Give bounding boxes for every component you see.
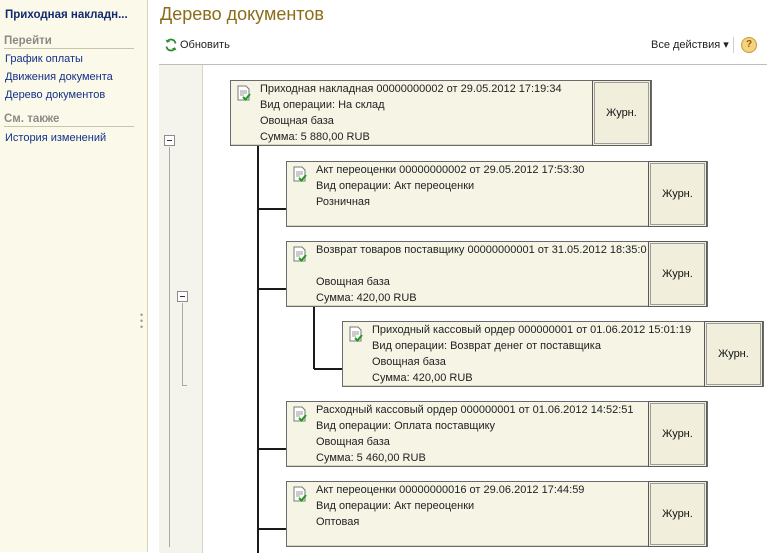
node-line-3: Розничная: [316, 196, 370, 208]
see-also-section-header: См. также: [4, 113, 134, 127]
document-posted-icon: [293, 406, 307, 422]
node-line-2: Вид операции: Возврат денег от поставщик…: [372, 340, 601, 352]
node-title: Приходная накладная 00000000002 от 29.05…: [260, 83, 562, 95]
journal-button[interactable]: Журн.: [648, 241, 707, 307]
goto-section-header: Перейти: [4, 35, 134, 49]
help-button[interactable]: ?: [741, 37, 757, 53]
journal-button[interactable]: Журн.: [704, 321, 763, 387]
node-line-2: Вид операции: На склад: [260, 99, 385, 111]
node-line-3: Овощная база: [316, 276, 390, 288]
document-node-1[interactable]: Акт переоценки 00000000002 от 29.05.2012…: [286, 161, 708, 227]
main-content: Дерево документов Обновить Все действия …: [149, 0, 767, 553]
document-posted-icon: [293, 246, 307, 262]
nav-link-change-history[interactable]: История изменений: [5, 132, 106, 144]
node-line-2: Вид операции: Акт переоценки: [316, 500, 475, 512]
node-line-3: Овощная база: [316, 436, 390, 448]
document-node-4[interactable]: Расходный кассовый ордер 000000001 от 01…: [286, 401, 708, 467]
journal-button[interactable]: Журн.: [648, 481, 707, 547]
document-posted-icon: [293, 166, 307, 182]
nav-link-document-movements[interactable]: Движения документа: [5, 71, 113, 83]
toolbar-separator: [733, 37, 734, 53]
document-posted-icon: [349, 326, 363, 342]
refresh-button[interactable]: Обновить: [164, 37, 230, 53]
node-line-3: Овощная база: [372, 356, 446, 368]
node-title: Приходный кассовый ордер 000000001 от 01…: [372, 324, 692, 336]
node-title: Возврат товаров поставщику 00000000001 о…: [316, 244, 647, 256]
nav-link-payment-schedule[interactable]: График оплаты: [5, 53, 83, 65]
node-title: Расходный кассовый ордер 000000001 от 01…: [316, 404, 634, 416]
node-line-3: Оптовая: [316, 516, 360, 528]
document-title: Приходная накладн...: [5, 9, 128, 21]
node-title: Акт переоценки 00000000002 от 29.05.2012…: [316, 164, 585, 176]
node-line-3: Овощная база: [260, 115, 334, 127]
node-line-2: Вид операции: Оплата поставщику: [316, 420, 496, 432]
document-node-5[interactable]: Акт переоценки 00000000016 от 29.06.2012…: [286, 481, 708, 547]
document-posted-icon: [293, 486, 307, 502]
refresh-label: Обновить: [180, 39, 230, 51]
journal-button[interactable]: Журн.: [592, 80, 651, 146]
document-posted-icon: [237, 85, 251, 101]
node-line-4: Сумма: 420,00 RUB: [316, 292, 417, 304]
journal-button[interactable]: Журн.: [648, 161, 707, 227]
node-title: Акт переоценки 00000000016 от 29.06.2012…: [316, 484, 585, 496]
node-line-4: Сумма: 420,00 RUB: [372, 372, 473, 384]
document-node-0[interactable]: Приходная накладная 00000000002 от 29.05…: [230, 80, 652, 146]
node-line-2: Вид операции: Акт переоценки: [316, 180, 475, 192]
node-line-4: Сумма: 5 880,00 RUB: [260, 131, 370, 143]
journal-button[interactable]: Журн.: [648, 401, 707, 467]
splitter-handle[interactable]: • • •: [140, 311, 146, 336]
document-node-2[interactable]: Возврат товаров поставщику 00000000001 о…: [286, 241, 708, 307]
refresh-icon: [165, 38, 177, 52]
document-node-3[interactable]: Приходный кассовый ордер 000000001 от 01…: [342, 321, 764, 387]
navigation-panel: Приходная накладн... Перейти График опла…: [0, 0, 148, 552]
all-actions-menu[interactable]: Все действия ▾: [651, 38, 729, 51]
document-tree: Приходная накладная 00000000002 от 29.05…: [159, 64, 767, 553]
node-line-4: Сумма: 5 460,00 RUB: [316, 452, 426, 464]
page-title: Дерево документов: [160, 4, 324, 24]
nav-link-document-tree[interactable]: Дерево документов: [5, 89, 105, 101]
